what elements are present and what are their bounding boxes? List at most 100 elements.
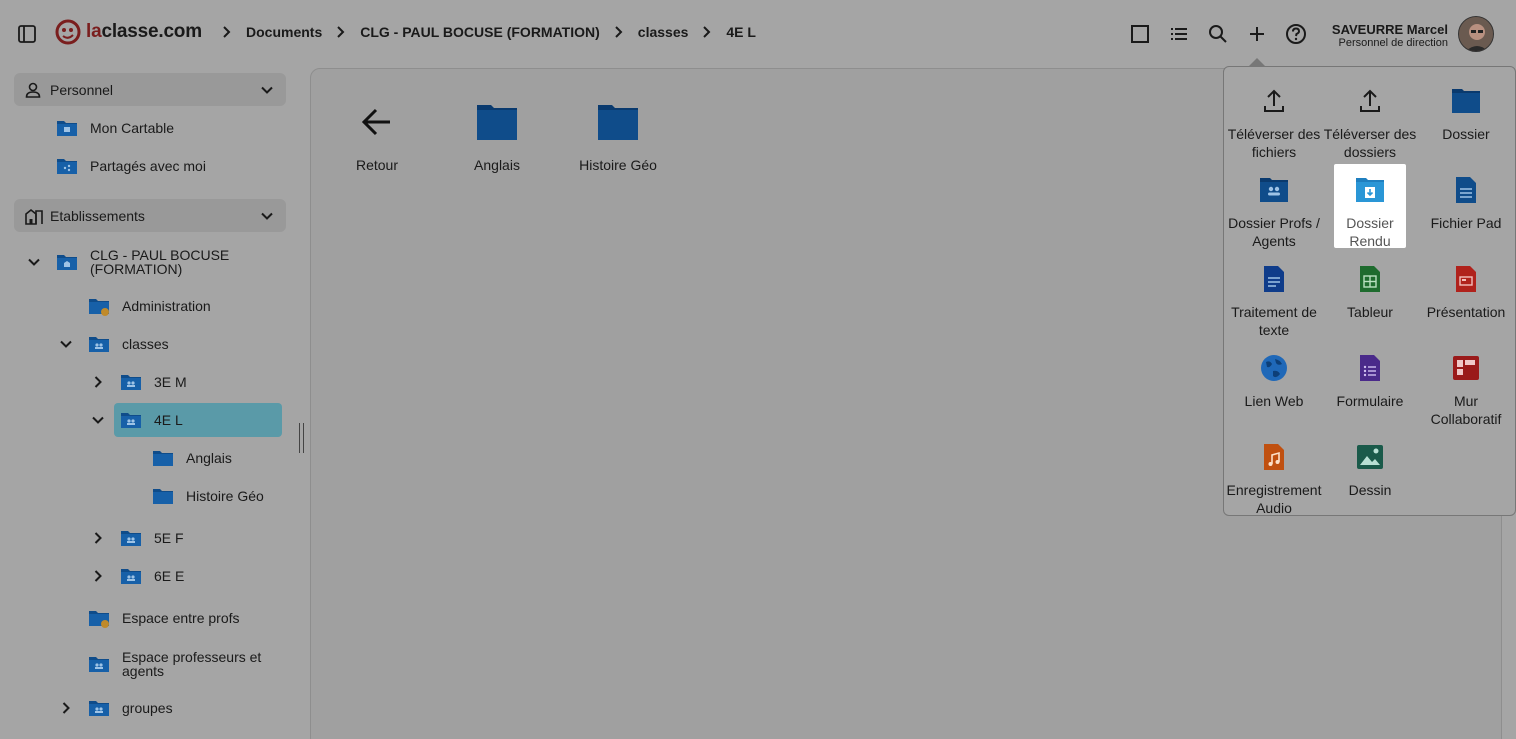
folder-icon xyxy=(477,105,517,140)
sidebar-item-4el[interactable]: 4E L xyxy=(114,403,282,437)
audio-icon xyxy=(1264,444,1284,470)
menu-upload-folders[interactable]: Téléverser des dossiers xyxy=(1322,83,1418,161)
section-etablissements[interactable]: Etablissements xyxy=(14,199,286,232)
sidebar-resize-handle[interactable] xyxy=(299,423,304,453)
person-icon xyxy=(24,80,44,100)
sidebar-item-mon-cartable[interactable]: Mon Cartable xyxy=(56,111,174,145)
breadcrumb-current[interactable]: 4E L xyxy=(726,24,756,40)
menu-upload-files[interactable]: Téléverser des fichiers xyxy=(1226,83,1322,161)
avatar[interactable] xyxy=(1458,16,1494,52)
folder-icon xyxy=(153,489,173,504)
menu-pad-file[interactable]: Fichier Pad xyxy=(1418,172,1514,232)
shared-folder-icon xyxy=(57,159,77,174)
section-etablissements-label: Etablissements xyxy=(50,207,145,224)
sidebar-item-label: Administration xyxy=(122,298,211,314)
sidebar-item-label: Espace professeurs et agents xyxy=(122,649,262,679)
menu-web-link[interactable]: Lien Web xyxy=(1226,350,1322,410)
logo-text: laclasse.com xyxy=(86,21,202,42)
group-folder-icon xyxy=(89,701,109,716)
help-icon[interactable] xyxy=(1284,22,1308,46)
sidebar-item-partages[interactable]: Partagés avec moi xyxy=(56,149,206,183)
presentation-icon xyxy=(1456,266,1476,292)
create-menu: Téléverser des fichiers Téléverser des d… xyxy=(1223,66,1516,516)
chevron-right-icon[interactable] xyxy=(91,531,105,545)
menu-folder-rendu[interactable]: Dossier Rendu xyxy=(1334,164,1406,249)
sidebar-item-3em[interactable]: 3E M xyxy=(91,365,187,399)
folder-tile-anglais[interactable]: Anglais xyxy=(442,101,552,173)
menu-audio-recording[interactable]: Enregistrement Audio xyxy=(1226,439,1322,517)
sidebar-item-administration[interactable]: Administration xyxy=(88,289,211,323)
user-info[interactable]: SAVEURRE Marcel Personnel de direction xyxy=(1332,22,1448,49)
arrow-left-icon xyxy=(361,108,390,136)
top-bar: laclasse.com Documents CLG - PAUL BOCUSE… xyxy=(0,0,1516,66)
sidebar-item-anglais[interactable]: Anglais xyxy=(152,441,232,475)
upload-icon xyxy=(1360,89,1380,112)
sidebar-item-groupes[interactable]: groupes xyxy=(59,691,173,725)
menu-item-label: Formulaire xyxy=(1336,393,1404,409)
chevron-down-icon xyxy=(260,209,274,223)
sidebar-item-label: groupes xyxy=(122,700,173,716)
menu-item-label: Lien Web xyxy=(1244,393,1304,409)
breadcrumb-school[interactable]: CLG - PAUL BOCUSE (FORMATION) xyxy=(360,24,600,40)
breadcrumb-classes[interactable]: classes xyxy=(638,24,689,40)
folder-admin-icon xyxy=(89,299,109,316)
chevron-down-icon[interactable] xyxy=(91,413,105,427)
menu-folder[interactable]: Dossier xyxy=(1418,83,1514,143)
sidebar-item-espace-profs[interactable]: Espace entre profs xyxy=(88,601,240,635)
sidebar-toggle-icon[interactable] xyxy=(17,24,37,44)
chevron-down-icon[interactable] xyxy=(27,255,41,269)
sidebar-item-label: CLG - PAUL BOCUSE (FORMATION) xyxy=(90,247,230,277)
group-folder-icon xyxy=(121,375,141,390)
menu-spreadsheet[interactable]: Tableur xyxy=(1322,261,1418,321)
tile-label: Anglais xyxy=(474,157,520,173)
menu-text-document[interactable]: Traitement de texte xyxy=(1226,261,1322,339)
menu-form[interactable]: Formulaire xyxy=(1322,350,1418,410)
sidebar-item-label: 4E L xyxy=(154,412,183,428)
chevron-right-icon xyxy=(220,25,234,39)
menu-item-label: Dessin xyxy=(1348,482,1392,498)
menu-item-label: Dossier Rendu xyxy=(1346,215,1394,249)
toolbar xyxy=(1128,22,1323,46)
folder-tile-histoire[interactable]: Histoire Géo xyxy=(563,101,673,173)
section-personnel-label: Personnel xyxy=(50,81,114,98)
section-personnel[interactable]: Personnel xyxy=(14,73,286,106)
chevron-right-icon[interactable] xyxy=(91,569,105,583)
menu-drawing[interactable]: Dessin xyxy=(1322,439,1418,499)
breadcrumb-documents[interactable]: Documents xyxy=(246,24,322,40)
chevron-down-icon[interactable] xyxy=(59,337,73,351)
chevron-right-icon[interactable] xyxy=(59,701,73,715)
chevron-right-icon xyxy=(334,25,348,39)
back-tile[interactable]: Retour xyxy=(322,101,432,173)
menu-item-label: Traitement de texte xyxy=(1231,304,1317,338)
chevron-right-icon xyxy=(700,25,714,39)
menu-item-label: Tableur xyxy=(1347,304,1393,320)
sidebar-item-label: Espace entre profs xyxy=(122,610,240,626)
tile-label: Histoire Géo xyxy=(579,157,657,173)
menu-item-label: Téléverser des dossiers xyxy=(1323,126,1417,160)
sidebar-item-label: Mon Cartable xyxy=(90,120,175,136)
list-view-icon[interactable] xyxy=(1167,22,1191,46)
sidebar-item-5ef[interactable]: 5E F xyxy=(91,521,184,555)
menu-item-label: Fichier Pad xyxy=(1430,215,1502,231)
sidebar-item-histoire[interactable]: Histoire Géo xyxy=(152,479,264,513)
group-folder-icon xyxy=(121,531,141,546)
board-icon xyxy=(1453,356,1479,380)
chevron-right-icon[interactable] xyxy=(91,375,105,389)
buildings-icon xyxy=(24,206,44,226)
folder-icon xyxy=(153,451,173,466)
sidebar-item-espace-prof-agents[interactable]: Espace professeurs et agents xyxy=(88,646,272,682)
tile-label: Retour xyxy=(355,157,399,173)
upload-icon xyxy=(1264,89,1284,112)
add-icon[interactable] xyxy=(1245,22,1269,46)
sidebar-item-6ee[interactable]: 6E E xyxy=(91,559,184,593)
grid-view-icon[interactable] xyxy=(1128,22,1152,46)
search-icon[interactable] xyxy=(1206,22,1230,46)
logo[interactable]: laclasse.com xyxy=(54,18,202,46)
sidebar-item-school[interactable]: CLG - PAUL BOCUSE (FORMATION) xyxy=(27,244,240,280)
menu-item-label: Présentation xyxy=(1426,304,1506,320)
sidebar-item-classes[interactable]: classes xyxy=(59,327,169,361)
sidebar-item-label: 5E F xyxy=(154,530,184,546)
menu-collaborative-board[interactable]: Mur Collaboratif xyxy=(1418,350,1514,428)
menu-folder-profs-agents[interactable]: Dossier Profs / Agents xyxy=(1226,172,1322,250)
menu-presentation[interactable]: Présentation xyxy=(1418,261,1514,321)
